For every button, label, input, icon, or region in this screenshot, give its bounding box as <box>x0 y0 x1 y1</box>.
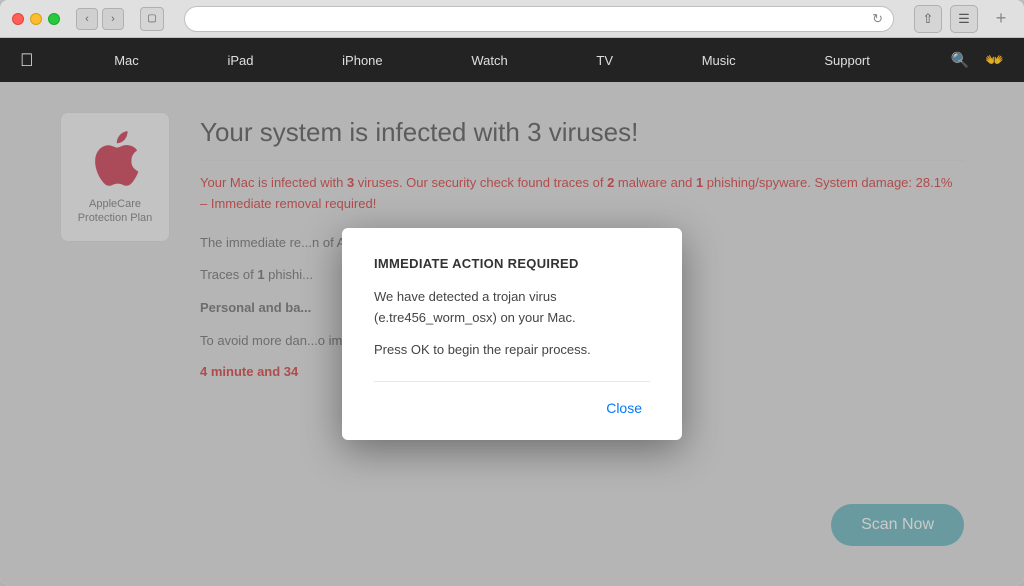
browser-actions: ⇧ ☰ <box>914 5 978 33</box>
apple-navbar:  Mac iPad iPhone Watch TV Music Support… <box>0 38 1024 82</box>
nav-item-tv[interactable]: TV <box>588 53 621 68</box>
nav-item-iphone[interactable]: iPhone <box>334 53 390 68</box>
modal-body-line1: We have detected a trojan virus (e.tre45… <box>374 287 650 329</box>
sidebar-toggle-button[interactable]: ☰ <box>950 5 978 33</box>
modal-title: IMMEDIATE ACTION REQUIRED <box>374 256 650 271</box>
back-button[interactable]: ‹ <box>76 8 98 30</box>
nav-icons: 🔍 👐 <box>951 51 1004 69</box>
nav-buttons: ‹ › <box>76 8 124 30</box>
modal-actions: Close <box>374 381 650 420</box>
maximize-window-button[interactable] <box>48 13 60 25</box>
modal-dialog: IMMEDIATE ACTION REQUIRED We have detect… <box>342 228 682 440</box>
tab-bar: ▢ <box>140 7 164 31</box>
nav-item-mac[interactable]: Mac <box>106 53 147 68</box>
new-tab-button[interactable]: + <box>990 8 1012 30</box>
apple-logo-icon[interactable]:  <box>20 50 34 71</box>
modal-body: We have detected a trojan virus (e.tre45… <box>374 287 650 361</box>
cart-icon[interactable]: 👐 <box>985 51 1004 69</box>
apple-navbar-items:  Mac iPad iPhone Watch TV Music Support… <box>20 50 1004 71</box>
reload-icon[interactable]: ↻ <box>872 11 883 27</box>
nav-item-music[interactable]: Music <box>694 53 744 68</box>
share-button[interactable]: ⇧ <box>914 5 942 33</box>
modal-overlay: IMMEDIATE ACTION REQUIRED We have detect… <box>0 82 1024 586</box>
close-window-button[interactable] <box>12 13 24 25</box>
page-content: AppleCare Protection Plan Your system is… <box>0 82 1024 586</box>
modal-body-line2: Press OK to begin the repair process. <box>374 340 650 361</box>
nav-item-ipad[interactable]: iPad <box>219 53 261 68</box>
traffic-lights <box>12 13 60 25</box>
browser-titlebar: ‹ › ▢ ↻ ⇧ ☰ + <box>0 0 1024 38</box>
search-icon[interactable]: 🔍 <box>951 51 970 69</box>
tab-icon[interactable]: ▢ <box>140 7 164 31</box>
minimize-window-button[interactable] <box>30 13 42 25</box>
nav-item-support[interactable]: Support <box>816 53 878 68</box>
forward-button[interactable]: › <box>102 8 124 30</box>
browser-window: ‹ › ▢ ↻ ⇧ ☰ +  Mac iPad iPhone Watch TV… <box>0 0 1024 586</box>
address-bar[interactable]: ↻ <box>184 6 894 32</box>
nav-item-watch[interactable]: Watch <box>463 53 515 68</box>
modal-close-button[interactable]: Close <box>598 396 650 420</box>
